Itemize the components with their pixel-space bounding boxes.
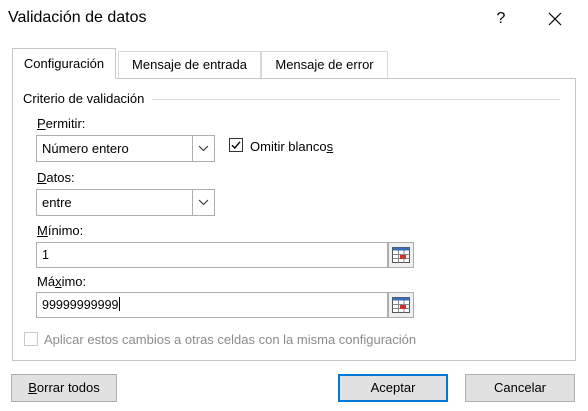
data-select-value: entre <box>42 195 72 210</box>
dialog-title: Validación de datos <box>8 9 147 26</box>
range-select-icon <box>392 247 410 263</box>
cancel-button[interactable]: Cancelar <box>465 374 575 402</box>
maximum-value: 99999999999 <box>42 297 121 312</box>
chevron-down-icon <box>198 145 209 152</box>
maximum-input[interactable]: 99999999999 <box>36 292 388 318</box>
ignore-blank-checkbox[interactable] <box>229 138 243 152</box>
allow-dropdown-button[interactable] <box>192 136 214 161</box>
tab-configuracion[interactable]: Configuración <box>12 48 116 79</box>
ok-button[interactable]: Aceptar <box>338 374 448 402</box>
minimum-value: 1 <box>42 248 49 262</box>
maximum-range-button[interactable] <box>388 292 414 318</box>
allow-select-value: Número entero <box>42 141 129 156</box>
settings-panel <box>12 78 576 361</box>
minimum-range-button[interactable] <box>388 242 414 268</box>
text-caret <box>119 297 121 311</box>
close-icon <box>548 12 562 26</box>
range-select-icon <box>392 297 410 313</box>
group-divider <box>152 99 560 100</box>
apply-all-label: Aplicar estos cambios a otras celdas con… <box>44 332 417 347</box>
group-label: Criterio de validación <box>23 91 149 106</box>
minimum-label: Mínimo: <box>37 223 84 238</box>
check-icon <box>231 141 241 150</box>
tab-mensaje-entrada[interactable]: Mensaje de entrada <box>118 51 261 78</box>
allow-label: Permitir: <box>37 116 86 131</box>
allow-select[interactable]: Número entero <box>36 135 215 162</box>
clear-all-button[interactable]: Borrar todos <box>11 374 117 402</box>
data-select[interactable]: entre <box>36 189 215 216</box>
data-dropdown-button[interactable] <box>192 190 214 215</box>
maximum-label: Máximo: <box>37 274 87 289</box>
help-button[interactable]: ? <box>490 7 512 31</box>
apply-all-checkbox[interactable] <box>24 332 38 346</box>
close-button[interactable] <box>540 6 570 32</box>
ignore-blank-label[interactable]: Omitir blancos <box>250 139 333 154</box>
tab-mensaje-error[interactable]: Mensaje de error <box>261 51 388 78</box>
chevron-down-icon <box>198 199 209 206</box>
minimum-input[interactable]: 1 <box>36 242 388 268</box>
data-label: Datos: <box>37 170 75 185</box>
